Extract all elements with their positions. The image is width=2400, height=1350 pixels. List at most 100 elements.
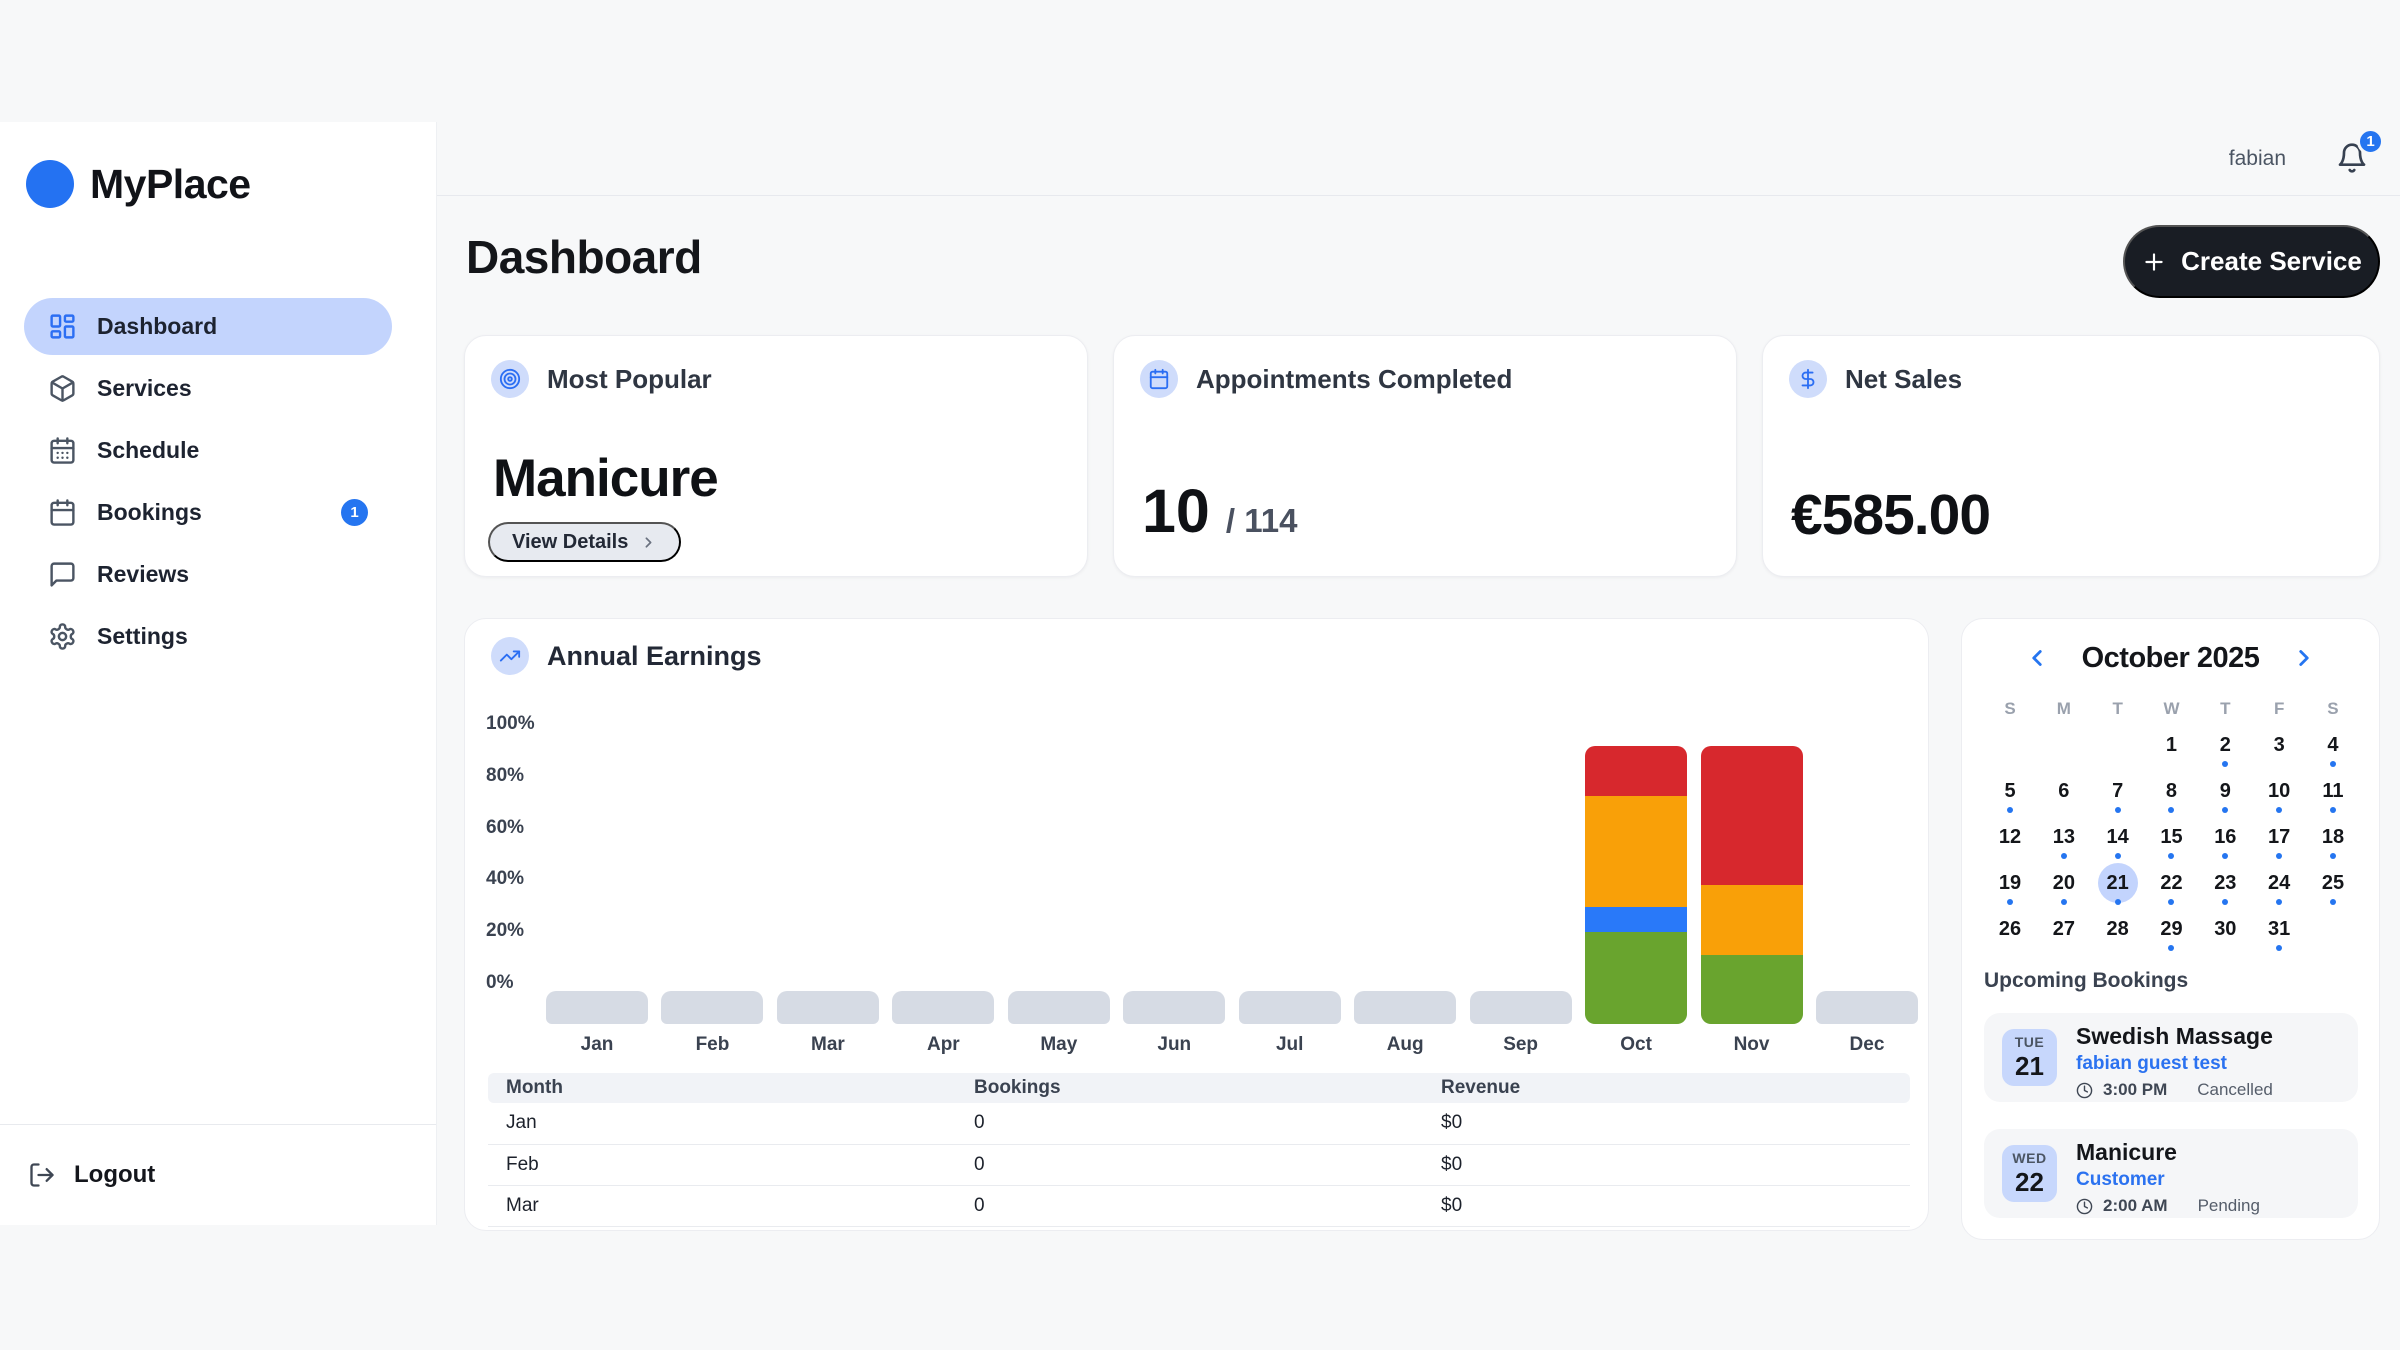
calendar-day[interactable]: 23 bbox=[2205, 863, 2245, 909]
x-axis-label: Feb bbox=[696, 1034, 730, 1056]
sidebar-nav: Dashboard Services Schedule Bookings 1 R… bbox=[0, 298, 436, 665]
calendar-day[interactable]: 10 bbox=[2259, 771, 2299, 817]
table-row: Feb0$0 bbox=[488, 1144, 1910, 1185]
calendar-day[interactable]: 20 bbox=[2044, 863, 2084, 909]
earnings-table-body: Jan0$0Feb0$0Mar0$0 bbox=[488, 1103, 1910, 1226]
booking-dot bbox=[2007, 899, 2013, 905]
calendar-day[interactable]: 24 bbox=[2259, 863, 2299, 909]
calendar-day[interactable]: 26 bbox=[1990, 909, 2030, 955]
sidebar-item-settings[interactable]: Settings bbox=[24, 608, 392, 665]
y-axis-tick: 20% bbox=[486, 920, 535, 942]
weekday-label: T bbox=[2098, 699, 2138, 719]
calendar-day[interactable]: 11 bbox=[2313, 771, 2353, 817]
booking-dot bbox=[2330, 899, 2336, 905]
booking-customer-link[interactable]: Customer bbox=[2076, 1169, 2260, 1191]
sidebar-item-label: Schedule bbox=[97, 437, 199, 464]
sidebar-item-label: Settings bbox=[97, 623, 188, 650]
booking-service: Swedish Massage bbox=[2076, 1023, 2273, 1050]
booking-item[interactable]: TUE 21 Swedish Massage fabian guest test… bbox=[1984, 1013, 2358, 1102]
calendar-day[interactable]: 29 bbox=[2151, 909, 2191, 955]
booking-date-chip: WED 22 bbox=[2002, 1145, 2057, 1202]
x-axis-label: Nov bbox=[1734, 1034, 1770, 1056]
most-popular-card: Most Popular Manicure View Details bbox=[464, 335, 1088, 577]
chevron-right-icon bbox=[640, 534, 657, 551]
table-header-row: Month Bookings Revenue bbox=[488, 1073, 1910, 1103]
calendar-day[interactable]: 28 bbox=[2098, 909, 2138, 955]
calendar-day[interactable]: 1 bbox=[2151, 725, 2191, 771]
calendar-day[interactable]: 18 bbox=[2313, 817, 2353, 863]
view-details-button[interactable]: View Details bbox=[488, 522, 681, 562]
booking-dot bbox=[2330, 761, 2336, 767]
create-service-button[interactable]: Create Service bbox=[2123, 225, 2380, 298]
calendar-next-button[interactable] bbox=[2287, 641, 2321, 675]
sidebar-item-label: Services bbox=[97, 375, 192, 402]
calendar-day[interactable]: 30 bbox=[2205, 909, 2245, 955]
calendar-day[interactable]: 27 bbox=[2044, 909, 2084, 955]
bar-segment bbox=[1585, 932, 1687, 1024]
column-header: Bookings bbox=[956, 1073, 1423, 1103]
chevron-left-icon bbox=[2024, 645, 2050, 671]
logout-button[interactable]: Logout bbox=[0, 1125, 436, 1225]
sidebar-item-bookings[interactable]: Bookings 1 bbox=[24, 484, 392, 541]
sidebar-item-label: Bookings bbox=[97, 499, 202, 526]
chart-column: Jun bbox=[1123, 721, 1225, 1066]
sidebar-item-label: Reviews bbox=[97, 561, 189, 588]
calendar-day[interactable]: 2 bbox=[2205, 725, 2245, 771]
calendar-day[interactable]: 5 bbox=[1990, 771, 2030, 817]
booking-item[interactable]: WED 22 Manicure Customer 2:00 AM Pending bbox=[1984, 1129, 2358, 1218]
calendar-day[interactable]: 13 bbox=[2044, 817, 2084, 863]
weekday-label: S bbox=[1990, 699, 2030, 719]
y-axis-tick: 0% bbox=[486, 972, 535, 994]
calendar-day[interactable]: 3 bbox=[2259, 725, 2299, 771]
empty-month-bar bbox=[1008, 991, 1110, 1024]
calendar-title: October 2025 bbox=[2082, 642, 2260, 675]
calendar-day[interactable]: 17 bbox=[2259, 817, 2299, 863]
calendar-day[interactable]: 31 bbox=[2259, 909, 2299, 955]
booking-dot bbox=[2061, 899, 2067, 905]
booking-dot bbox=[2007, 807, 2013, 813]
calendar-blank-cell bbox=[2098, 725, 2138, 771]
bookings-count-badge: 1 bbox=[341, 499, 368, 526]
calendar-day[interactable]: 12 bbox=[1990, 817, 2030, 863]
plus-icon bbox=[2141, 249, 2167, 275]
username[interactable]: fabian bbox=[2229, 147, 2286, 171]
booking-dot bbox=[2168, 807, 2174, 813]
y-axis-tick: 80% bbox=[486, 765, 535, 787]
calendar-day[interactable]: 14 bbox=[2098, 817, 2138, 863]
calendar-day[interactable]: 21 bbox=[2098, 863, 2138, 909]
calendar-panel: October 2025 SMTWTFS 1234567891011121314… bbox=[1961, 618, 2380, 1240]
calendar-day[interactable]: 4 bbox=[2313, 725, 2353, 771]
calendar-blank-cell bbox=[2044, 725, 2084, 771]
logout-label: Logout bbox=[74, 1161, 155, 1189]
sidebar-item-services[interactable]: Services bbox=[24, 360, 392, 417]
booking-dot bbox=[2168, 899, 2174, 905]
booking-customer-link[interactable]: fabian guest test bbox=[2076, 1053, 2273, 1075]
column-header: Month bbox=[488, 1073, 956, 1103]
booking-status: Cancelled bbox=[2197, 1080, 2273, 1100]
booking-dot bbox=[2330, 853, 2336, 859]
booking-dot bbox=[2330, 807, 2336, 813]
calendar-day[interactable]: 6 bbox=[2044, 771, 2084, 817]
calendar-day[interactable]: 22 bbox=[2151, 863, 2191, 909]
calendar-prev-button[interactable] bbox=[2020, 641, 2054, 675]
calendar-day[interactable]: 19 bbox=[1990, 863, 2030, 909]
calendar-day[interactable]: 15 bbox=[2151, 817, 2191, 863]
notifications-button[interactable]: 1 bbox=[2336, 142, 2370, 176]
clock-icon bbox=[2076, 1198, 2093, 1215]
y-axis-tick: 60% bbox=[486, 817, 535, 839]
empty-month-bar bbox=[1123, 991, 1225, 1024]
earnings-table: Month Bookings Revenue Jan0$0Feb0$0Mar0$… bbox=[488, 1073, 1910, 1227]
calendar-day[interactable]: 25 bbox=[2313, 863, 2353, 909]
booking-dot bbox=[2168, 853, 2174, 859]
sidebar-item-schedule[interactable]: Schedule bbox=[24, 422, 392, 479]
brand-logo-icon bbox=[26, 160, 74, 208]
sidebar-item-reviews[interactable]: Reviews bbox=[24, 546, 392, 603]
calendar-day[interactable]: 16 bbox=[2205, 817, 2245, 863]
sidebar-item-dashboard[interactable]: Dashboard bbox=[24, 298, 392, 355]
sidebar: MyPlace Dashboard Services Schedule Book… bbox=[0, 122, 437, 1225]
booking-dot bbox=[2276, 807, 2282, 813]
calendar-day[interactable]: 9 bbox=[2205, 771, 2245, 817]
calendar-day[interactable]: 8 bbox=[2151, 771, 2191, 817]
appointments-completed-card: Appointments Completed 10 / 114 bbox=[1113, 335, 1737, 577]
calendar-day[interactable]: 7 bbox=[2098, 771, 2138, 817]
